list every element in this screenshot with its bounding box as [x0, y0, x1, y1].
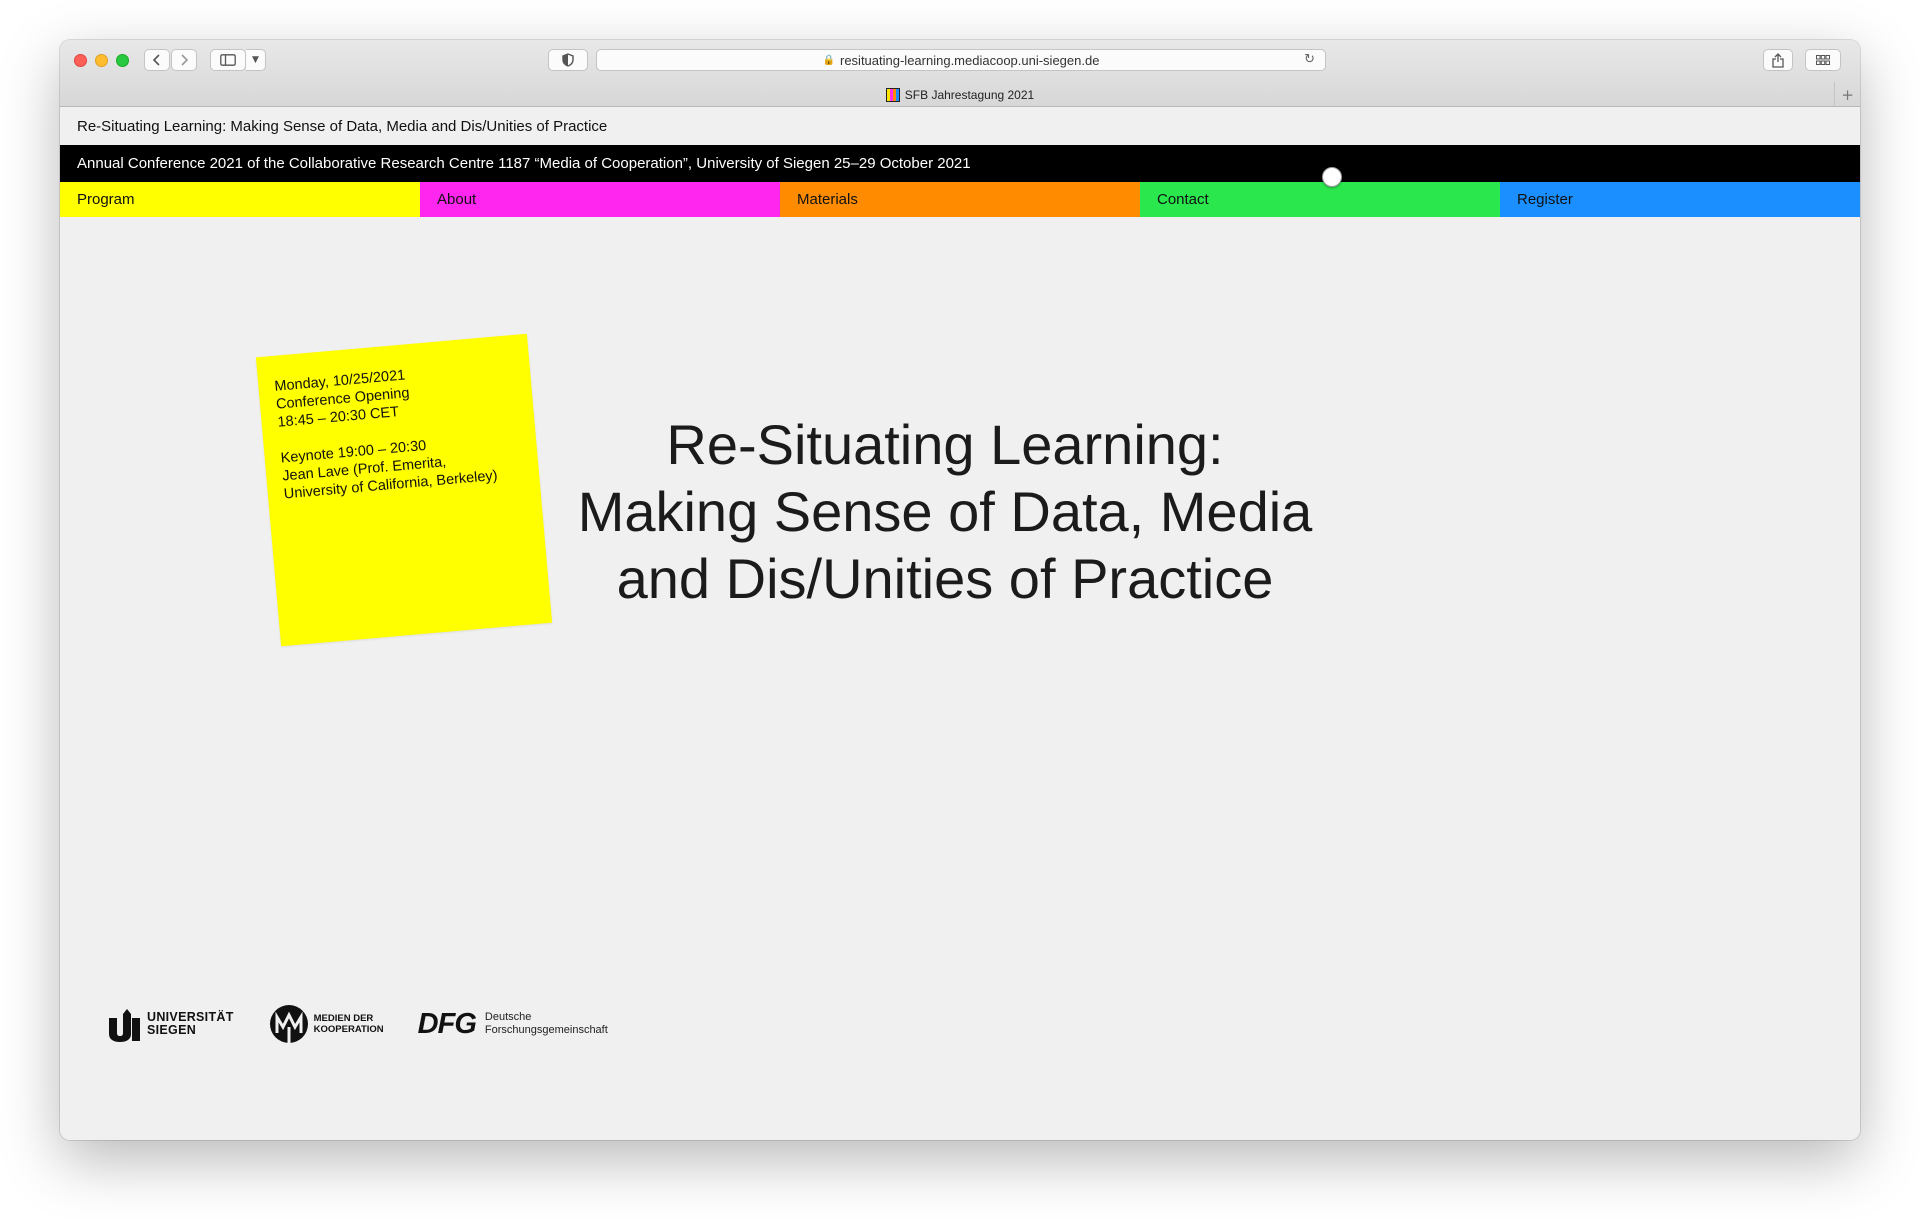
close-window-button[interactable] — [74, 54, 87, 67]
share-button[interactable] — [1763, 49, 1793, 71]
main-nav: Program About Materials Contact Register — [60, 182, 1860, 217]
uni-name-line-2: SIEGEN — [147, 1023, 197, 1037]
browser-toolbar: ▼ 🔒 resituating-learning.mediacoop.uni-s… — [60, 40, 1860, 107]
program-sticky-note[interactable]: Monday, 10/25/2021 Conference Opening 18… — [255, 333, 553, 647]
fullscreen-window-button[interactable] — [116, 54, 129, 67]
nav-register[interactable]: Register — [1500, 182, 1860, 217]
site-title: Re-Situating Learning: Making Sense of D… — [60, 107, 1860, 145]
chevron-down-icon: ▼ — [252, 55, 259, 65]
nav-program[interactable]: Program — [60, 182, 420, 217]
conference-subtitle-bar: Annual Conference 2021 of the Collaborat… — [60, 145, 1860, 187]
minimize-window-button[interactable] — [95, 54, 108, 67]
nav-materials[interactable]: Materials — [780, 182, 1140, 217]
shield-icon — [562, 53, 574, 67]
lock-icon: 🔒 — [822, 54, 835, 66]
sidebar-toggle-button[interactable] — [210, 49, 246, 71]
dfg-mark: DFG — [417, 1007, 477, 1040]
uni-siegen-logo[interactable]: UNIVERSITÄT SIEGEN — [108, 1006, 234, 1042]
dfg-logo[interactable]: DFG Deutsche Forschungsgemeinschaft — [418, 1008, 608, 1041]
hero-line-2: Making Sense of Data, Media — [577, 480, 1313, 543]
partner-logos: UNIVERSITÄT SIEGEN MEDIEN DER KOOPERATIO… — [108, 999, 642, 1049]
hero-line-3: and Dis/Unities of Practice — [616, 547, 1274, 610]
uni-siegen-mark-icon — [109, 1009, 140, 1042]
medien-der-kooperation-logo[interactable]: MEDIEN DER KOOPERATION — [268, 1003, 384, 1045]
mouse-cursor — [1322, 167, 1342, 187]
tab-overview-icon — [1816, 55, 1830, 65]
chevron-left-icon — [152, 54, 160, 66]
url-text: resituating-learning.mediacoop.uni-siege… — [840, 52, 1100, 68]
conference-subtitle: Annual Conference 2021 of the Collaborat… — [77, 155, 971, 172]
chevron-right-icon — [181, 54, 189, 66]
mdk-mark-icon — [269, 1005, 308, 1043]
tab-overview-button[interactable] — [1805, 49, 1841, 71]
hero-title: Re-Situating Learning: Making Sense of D… — [540, 411, 1350, 612]
privacy-report-button[interactable] — [548, 49, 588, 71]
hero-line-1: Re-Situating Learning: — [666, 413, 1224, 476]
page-content: Re-Situating Learning: Making Sense of D… — [60, 107, 1860, 1140]
sidebar-icon — [220, 54, 236, 66]
tab-strip: SFB Jahrestagung 2021 + — [60, 82, 1860, 107]
forward-button[interactable] — [171, 49, 197, 71]
nav-contact[interactable]: Contact — [1140, 182, 1500, 217]
mdk-name-line-1: MEDIEN DER — [313, 1013, 374, 1024]
reload-icon[interactable]: ↻ — [1304, 52, 1315, 67]
address-bar[interactable]: 🔒 resituating-learning.mediacoop.uni-sie… — [596, 49, 1326, 71]
site-favicon-icon — [885, 87, 900, 102]
back-button[interactable] — [144, 49, 170, 71]
share-icon — [1772, 52, 1784, 68]
tab-title[interactable]: SFB Jahrestagung 2021 — [905, 88, 1034, 102]
sidebar-dropdown-button[interactable]: ▼ — [246, 49, 266, 71]
dfg-name-line-2: Forschungsgemeinschaft — [484, 1024, 608, 1036]
mdk-name-line-2: KOOPERATION — [313, 1024, 384, 1035]
browser-window: ▼ 🔒 resituating-learning.mediacoop.uni-s… — [60, 40, 1860, 1140]
plus-icon[interactable]: + — [1834, 82, 1860, 107]
dfg-name-line-1: Deutsche — [484, 1011, 532, 1023]
nav-about[interactable]: About — [420, 182, 780, 217]
